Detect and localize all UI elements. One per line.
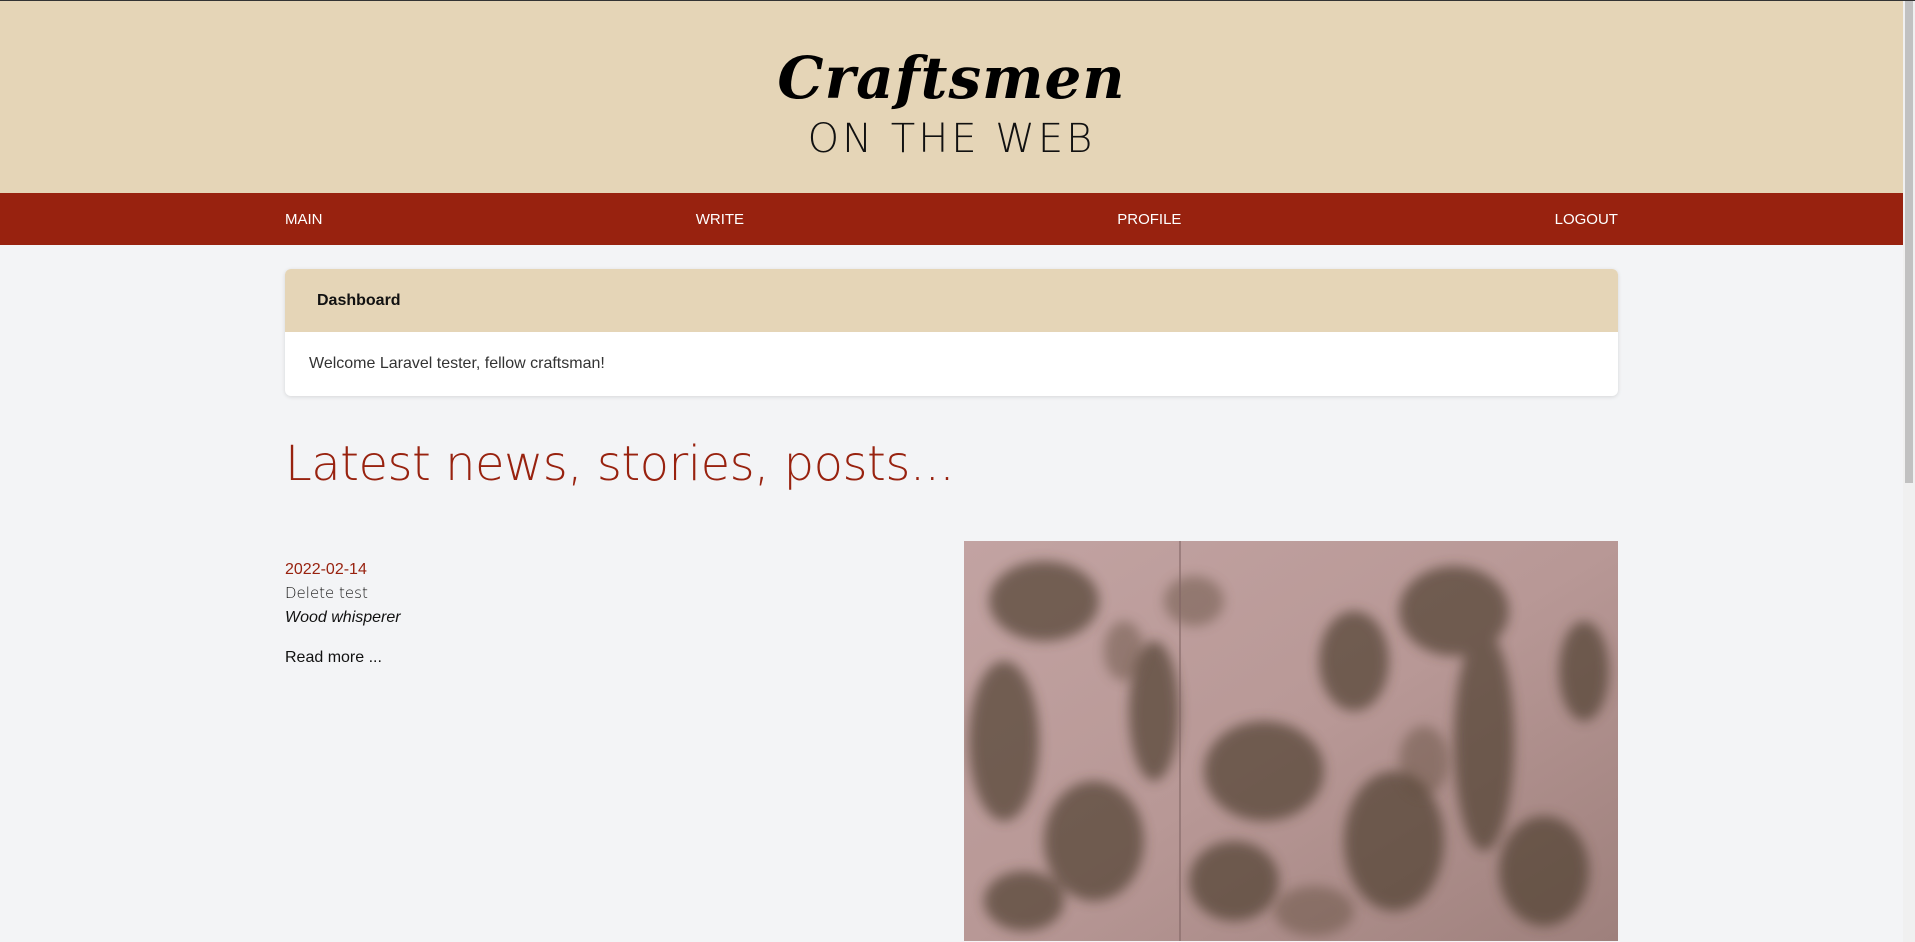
logo-subtitle: ON THE WEB bbox=[807, 116, 1096, 162]
post-date: 2022-02-14 bbox=[285, 561, 367, 578]
post-author: Wood whisperer bbox=[285, 609, 401, 626]
welcome-message: Welcome Laravel tester, fellow craftsman… bbox=[309, 355, 605, 372]
page-scrollbar[interactable] bbox=[1903, 1, 1915, 942]
nav-link-main[interactable]: MAIN bbox=[285, 211, 323, 228]
post-title[interactable]: Delete test bbox=[285, 584, 368, 602]
nav-link-write[interactable]: WRITE bbox=[696, 211, 744, 228]
dashboard-card: Dashboard Welcome Laravel tester, fellow… bbox=[285, 269, 1618, 396]
wood-grain-photo-icon bbox=[964, 541, 1618, 941]
post-image[interactable] bbox=[964, 541, 1618, 941]
scrollbar-thumb[interactable] bbox=[1905, 1, 1913, 483]
nav-link-profile[interactable]: PROFILE bbox=[1117, 211, 1181, 228]
dashboard-title: Dashboard bbox=[285, 269, 1618, 332]
read-more-link[interactable]: Read more ... bbox=[285, 649, 382, 667]
nav-link-logout[interactable]: LOGOUT bbox=[1555, 211, 1618, 228]
main-navbar: MAIN WRITE PROFILE LOGOUT bbox=[0, 193, 1903, 245]
logo-title: Craftsmen bbox=[777, 44, 1126, 112]
site-header: Craftsmen ON THE WEB bbox=[0, 1, 1903, 193]
nav-links: MAIN WRITE PROFILE LOGOUT bbox=[285, 193, 1618, 245]
latest-posts-heading: Latest news, stories, posts... bbox=[285, 436, 955, 492]
